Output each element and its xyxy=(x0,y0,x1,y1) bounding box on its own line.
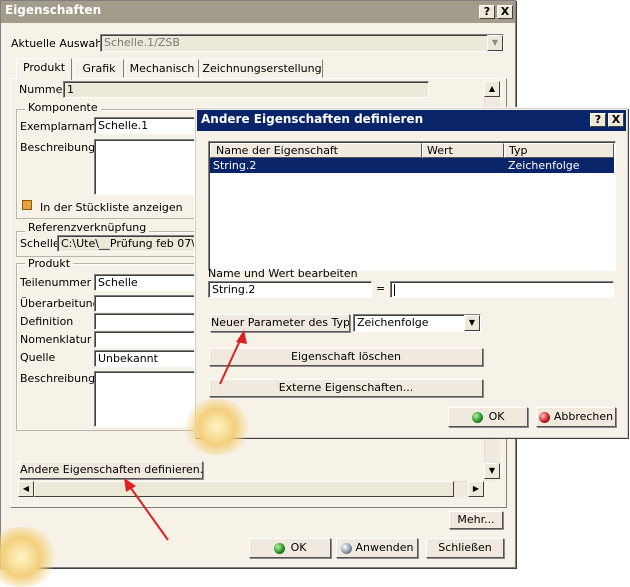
arrow-to-new-parameter xyxy=(219,335,243,385)
tab-produkt-label: Produkt xyxy=(22,61,66,74)
annotation-arrows xyxy=(124,330,247,541)
arrow-head-new-parameter xyxy=(236,330,247,344)
arrow-to-define-button xyxy=(127,483,169,541)
arrow-head-define-button xyxy=(124,478,136,492)
tab-produkt[interactable]: Produkt xyxy=(16,58,72,80)
